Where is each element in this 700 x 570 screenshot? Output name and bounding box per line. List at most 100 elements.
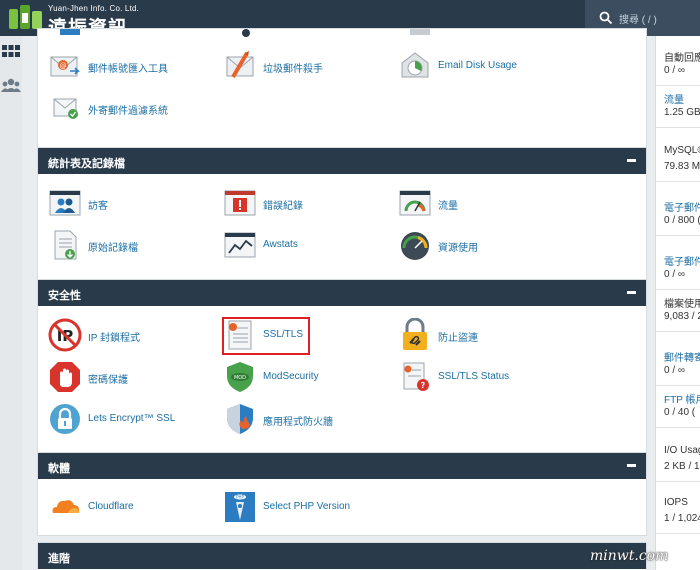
raw-log-item[interactable]: 原始記錄檔 — [38, 228, 213, 262]
email-import-icon: @ — [50, 56, 80, 77]
item-label: 外寄郵件過濾系統 — [88, 106, 168, 117]
visitors-icon — [49, 190, 81, 216]
stat-label: IOPS — [664, 497, 688, 508]
stat-value: 79.83 M — [664, 161, 700, 172]
item-label: 錯誤紀錄 — [263, 201, 303, 212]
stat-value: 1.25 GB — [664, 107, 700, 118]
ssl-status-icon: ? — [403, 362, 429, 391]
stat-file-usage: 檔案使用 9,083 / 2 — [656, 290, 700, 332]
stat-io-usage: I/O Usag 2 KB / 1 — [656, 440, 700, 482]
advanced-section: 進階 — [37, 542, 647, 570]
outgoing-filter-item[interactable]: 外寄郵件過濾系統 — [38, 91, 213, 125]
section-header[interactable]: 軟體 — [38, 453, 646, 479]
collapse-icon[interactable] — [627, 464, 636, 467]
item-label: Awstats — [263, 239, 298, 250]
ip-blocker-icon: IP — [48, 318, 82, 352]
bandwidth-icon — [399, 190, 431, 216]
item-label: 防止盜連 — [438, 333, 478, 344]
grid-apps-icon[interactable] — [1, 42, 21, 62]
modsecurity-item[interactable]: MOD ModSecurity — [213, 360, 388, 394]
cloudflare-icon — [52, 500, 80, 513]
item-label: Lets Encrypt™ SSL — [88, 413, 176, 424]
stat-autoresponders: 自動回應 0 / ∞ — [656, 44, 700, 86]
stat-label[interactable]: 流量 — [664, 91, 684, 106]
section-header[interactable]: 進階 — [38, 543, 646, 569]
password-protect-item[interactable]: 密碼保護 — [38, 360, 213, 394]
awstats-icon — [224, 232, 256, 258]
item-label: Cloudflare — [88, 501, 134, 512]
item-label: Email Disk Usage — [438, 60, 517, 71]
logo-subtitle: Yuan-Jhen Info. Co. Ltd. — [48, 4, 140, 13]
error-log-item[interactable]: 錯誤紀錄 — [213, 186, 388, 220]
stat-label[interactable]: 電子郵件 — [664, 199, 700, 214]
svg-text:MOD: MOD — [234, 375, 246, 381]
stat-value: 0 / ∞ — [664, 269, 686, 280]
stat-value: 0 / 800 ( — [664, 215, 700, 226]
spam-killer-icon — [226, 51, 254, 79]
stat-iops: IOPS 1 / 1,024 — [656, 492, 700, 534]
stat-label: MySQL® — [664, 145, 700, 156]
item-label: 原始記錄檔 — [88, 243, 138, 254]
stat-value: 9,083 / 2 — [664, 311, 700, 322]
stat-label[interactable]: 郵件轉寄 — [664, 349, 700, 364]
error-log-icon — [224, 190, 256, 216]
ssl-status-item[interactable]: ? SSL/TLS Status — [388, 360, 563, 394]
section-header[interactable]: 統計表及記錄檔 — [38, 148, 646, 174]
raw-log-icon — [54, 230, 77, 260]
app-firewall-icon — [227, 404, 253, 434]
resource-usage-item[interactable]: 資源使用 — [388, 228, 563, 262]
ip-blocker-item[interactable]: IP IP 封鎖程式 — [38, 318, 213, 352]
email-disk-usage-item[interactable]: Email Disk Usage — [388, 49, 588, 83]
item-label: Select PHP Version — [263, 501, 351, 512]
collapse-icon[interactable] — [627, 159, 636, 162]
search-icon — [599, 11, 613, 25]
item-label: 流量 — [438, 201, 458, 212]
svg-text:@: @ — [60, 62, 67, 70]
item-label: 密碼保護 — [88, 375, 128, 386]
email-import-item[interactable]: @ 郵件帳號匯入工具 — [38, 49, 213, 83]
watermark: minwt.com — [590, 548, 669, 564]
app-firewall-item[interactable]: 應用程式防火牆 — [213, 402, 388, 436]
outgoing-filter-icon — [53, 98, 78, 119]
security-section: 安全性 IP IP 封鎖程式 SSL/TLS — [37, 279, 647, 479]
spam-killer-item[interactable]: 垃圾郵件殺手 — [213, 49, 388, 83]
stat-value: 2 KB / 1 — [664, 461, 700, 472]
section-title: 安全性 — [48, 290, 81, 302]
php-version-icon: PHP — [225, 492, 255, 522]
stat-value: 0 / ∞ — [664, 65, 686, 76]
stat-label: 自動回應 — [664, 53, 700, 64]
stat-label[interactable]: FTP 帳戶 — [664, 391, 700, 406]
visitors-item[interactable]: 訪客 — [38, 186, 213, 220]
item-label: 資源使用 — [438, 243, 478, 254]
item-label: IP 封鎖程式 — [88, 333, 141, 344]
item-label: 垃圾郵件殺手 — [263, 64, 323, 75]
hotlink-protection-icon — [403, 318, 427, 350]
lets-encrypt-icon — [50, 404, 80, 434]
modsecurity-icon: MOD — [227, 362, 253, 392]
stat-ftp-accounts: FTP 帳戶 0 / 40 ( — [656, 386, 700, 428]
item-label: 郵件帳號匯入工具 — [88, 64, 168, 75]
item-label: 訪客 — [88, 201, 108, 212]
hotlink-protection-item[interactable]: 防止盜連 — [388, 318, 563, 352]
password-protect-icon — [50, 362, 80, 392]
svg-text:PHP: PHP — [236, 495, 244, 500]
section-title: 統計表及記錄檔 — [48, 158, 125, 170]
stat-label: 檔案使用 — [664, 299, 700, 310]
users-icon[interactable] — [1, 76, 21, 96]
section-title: 軟體 — [48, 463, 70, 475]
section-header[interactable]: 安全性 — [38, 280, 646, 306]
stat-forwarders: 郵件轉寄 0 / ∞ — [656, 344, 700, 386]
stat-email-lists: 電子郵件 0 / ∞ — [656, 248, 700, 290]
partial-icon — [242, 29, 250, 37]
bandwidth-item[interactable]: 流量 — [388, 186, 563, 220]
collapse-icon[interactable] — [627, 291, 636, 294]
stat-label[interactable]: 電子郵件 — [664, 253, 700, 268]
stat-value: 0 / 40 ( — [664, 407, 696, 418]
svg-text:?: ? — [421, 381, 426, 390]
cloudflare-item[interactable]: Cloudflare — [38, 490, 213, 524]
stat-value: 1 / 1,024 — [664, 513, 700, 524]
awstats-item[interactable]: Awstats — [213, 228, 388, 262]
stat-email-accounts: 電子郵件 0 / 800 ( — [656, 194, 700, 236]
lets-encrypt-item[interactable]: Lets Encrypt™ SSL — [38, 402, 213, 436]
php-version-item[interactable]: PHP Select PHP Version — [213, 490, 413, 524]
